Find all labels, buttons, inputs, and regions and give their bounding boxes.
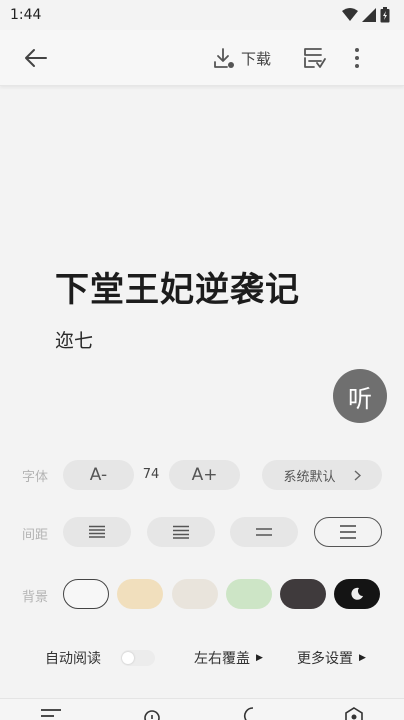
font-family-label: 系统默认 (283, 469, 336, 485)
spacing-option-wide[interactable] (314, 517, 382, 547)
timer-icon[interactable] (141, 707, 163, 720)
night-mode-icon[interactable] (240, 707, 262, 720)
back-button[interactable] (20, 44, 50, 72)
catalog-icon[interactable] (40, 707, 62, 720)
spacing-wide-icon (340, 525, 356, 539)
status-icons (342, 7, 390, 23)
signal-icon (362, 8, 376, 22)
page-mode-label: 左右覆盖 (194, 651, 250, 667)
moon-icon (351, 587, 363, 600)
download-button[interactable]: 下载 (213, 44, 271, 72)
caret-right-icon: ▶ (256, 653, 263, 663)
page-mode-option[interactable]: 左右覆盖 ▶ (194, 648, 263, 668)
toggle-knob (122, 652, 134, 664)
battery-icon (380, 7, 390, 23)
auto-read-label: 自动阅读 (45, 651, 101, 667)
download-icon (214, 48, 234, 68)
background-swatch-white[interactable] (63, 579, 109, 609)
top-toolbar: 下载 (0, 30, 404, 86)
bottom-navigation (0, 698, 404, 720)
spacing-loose-icon (256, 528, 272, 536)
auto-read-toggle[interactable] (121, 650, 155, 666)
font-decrease-button[interactable]: A- (63, 460, 134, 490)
spacing-row-label: 间距 (22, 528, 49, 543)
status-time: 1:44 (10, 7, 42, 23)
background-swatch-beige[interactable] (117, 579, 163, 609)
background-swatch-green[interactable] (226, 579, 272, 609)
font-family-button[interactable]: 系统默认 (262, 460, 382, 490)
background-swatch-night[interactable] (334, 579, 380, 609)
background-row-label: 背景 (22, 590, 49, 605)
status-bar: 1:44 (0, 0, 404, 30)
spacing-option-compact[interactable] (63, 517, 131, 547)
wifi-icon (342, 8, 358, 21)
background-swatch-dark[interactable] (280, 579, 326, 609)
listen-button[interactable]: 听 (333, 369, 387, 423)
download-label: 下载 (241, 49, 272, 68)
more-settings-label: 更多设置 (297, 651, 353, 667)
spacing-option-loose[interactable] (230, 517, 298, 547)
font-increase-button[interactable]: A+ (169, 460, 240, 490)
spacing-compact-icon (89, 525, 105, 538)
more-vertical-icon (355, 48, 359, 68)
font-row-label: 字体 (22, 470, 49, 485)
caret-right-icon: ▶ (359, 653, 366, 663)
background-swatch-grey[interactable] (172, 579, 218, 609)
arrow-left-icon (25, 49, 47, 67)
more-settings-option[interactable]: 更多设置 ▶ (297, 648, 366, 668)
table-of-contents-button[interactable] (300, 44, 328, 72)
auto-read-option[interactable]: 自动阅读 (45, 648, 155, 668)
book-title: 下堂王妃逆袭记 (55, 270, 300, 310)
spacing-option-normal[interactable] (147, 517, 215, 547)
font-size-value: 74 (142, 467, 160, 482)
book-author: 迩七 (55, 330, 94, 352)
settings-icon[interactable] (343, 707, 365, 720)
table-of-contents-icon (304, 48, 326, 68)
more-menu-button[interactable] (346, 44, 368, 72)
chevron-right-icon (354, 469, 361, 481)
spacing-normal-icon (173, 525, 189, 539)
